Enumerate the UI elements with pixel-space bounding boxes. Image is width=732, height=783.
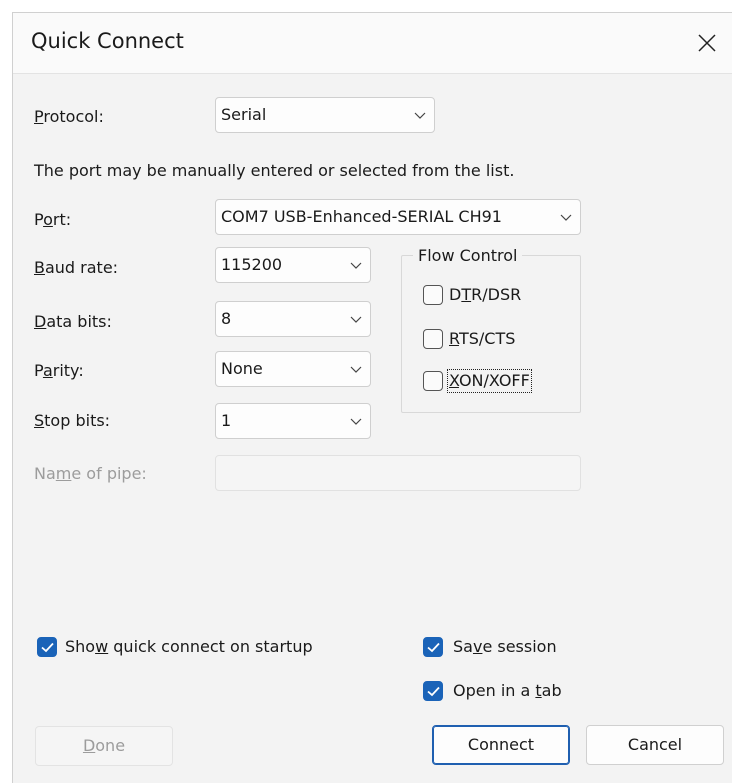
- xon-xoff-label[interactable]: XON/XOFF: [447, 369, 532, 393]
- stop-bits-select[interactable]: 1: [215, 403, 371, 439]
- close-button[interactable]: [682, 13, 732, 73]
- check-icon: [427, 686, 440, 697]
- quick-connect-dialog: Quick Connect Protocol: Serial The port …: [12, 12, 732, 783]
- baud-rate-select[interactable]: 115200: [215, 247, 371, 283]
- chevron-down-icon: [350, 418, 362, 425]
- chevron-down-icon: [350, 316, 362, 323]
- data-bits-value: 8: [221, 309, 232, 328]
- open-in-tab-label[interactable]: Open in a tab: [453, 681, 562, 701]
- show-on-startup-checkbox[interactable]: [37, 637, 57, 657]
- baud-rate-label: Baud rate:: [34, 258, 119, 277]
- stop-bits-value: 1: [221, 411, 232, 430]
- title-bar: Quick Connect: [13, 13, 732, 74]
- protocol-value: Serial: [221, 105, 267, 124]
- baud-rate-value: 115200: [221, 255, 283, 274]
- name-of-pipe-input: [215, 455, 581, 491]
- flow-control-title: Flow Control: [413, 246, 523, 266]
- port-instruction: The port may be manually entered or sele…: [34, 161, 515, 180]
- chevron-down-icon: [350, 366, 362, 373]
- dtr-dsr-label[interactable]: DTR/DSR: [449, 285, 521, 305]
- data-bits-label: Data bits:: [34, 312, 112, 331]
- check-icon: [41, 642, 54, 653]
- chevron-down-icon: [414, 112, 426, 119]
- chevron-down-icon: [350, 262, 362, 269]
- close-icon: [698, 34, 716, 52]
- port-value: COM7 USB-Enhanced-SERIAL CH91: [221, 207, 502, 226]
- port-combobox[interactable]: COM7 USB-Enhanced-SERIAL CH91: [215, 199, 581, 235]
- parity-label: Parity:: [34, 361, 84, 380]
- check-icon: [427, 642, 440, 653]
- chevron-down-icon: [560, 214, 572, 221]
- parity-value: None: [221, 359, 263, 378]
- done-button: Done: [35, 726, 173, 766]
- protocol-label: Protocol:: [34, 107, 104, 126]
- stop-bits-label: Stop bits:: [34, 411, 111, 430]
- save-session-checkbox[interactable]: [423, 637, 443, 657]
- name-of-pipe-label: Name of pipe:: [34, 464, 147, 483]
- dialog-title: Quick Connect: [31, 29, 184, 53]
- dtr-dsr-checkbox[interactable]: [423, 285, 443, 305]
- save-session-label[interactable]: Save session: [453, 637, 557, 657]
- show-on-startup-label[interactable]: Show quick connect on startup: [65, 637, 313, 657]
- xon-xoff-checkbox[interactable]: [423, 371, 443, 391]
- protocol-select[interactable]: Serial: [215, 97, 435, 133]
- data-bits-select[interactable]: 8: [215, 301, 371, 337]
- cancel-button[interactable]: Cancel: [586, 725, 724, 765]
- open-in-tab-checkbox[interactable]: [423, 681, 443, 701]
- parity-select[interactable]: None: [215, 351, 371, 387]
- rts-cts-checkbox[interactable]: [423, 329, 443, 349]
- rts-cts-label[interactable]: RTS/CTS: [449, 329, 515, 349]
- connect-button[interactable]: Connect: [432, 725, 570, 765]
- port-label: Port:: [34, 210, 72, 229]
